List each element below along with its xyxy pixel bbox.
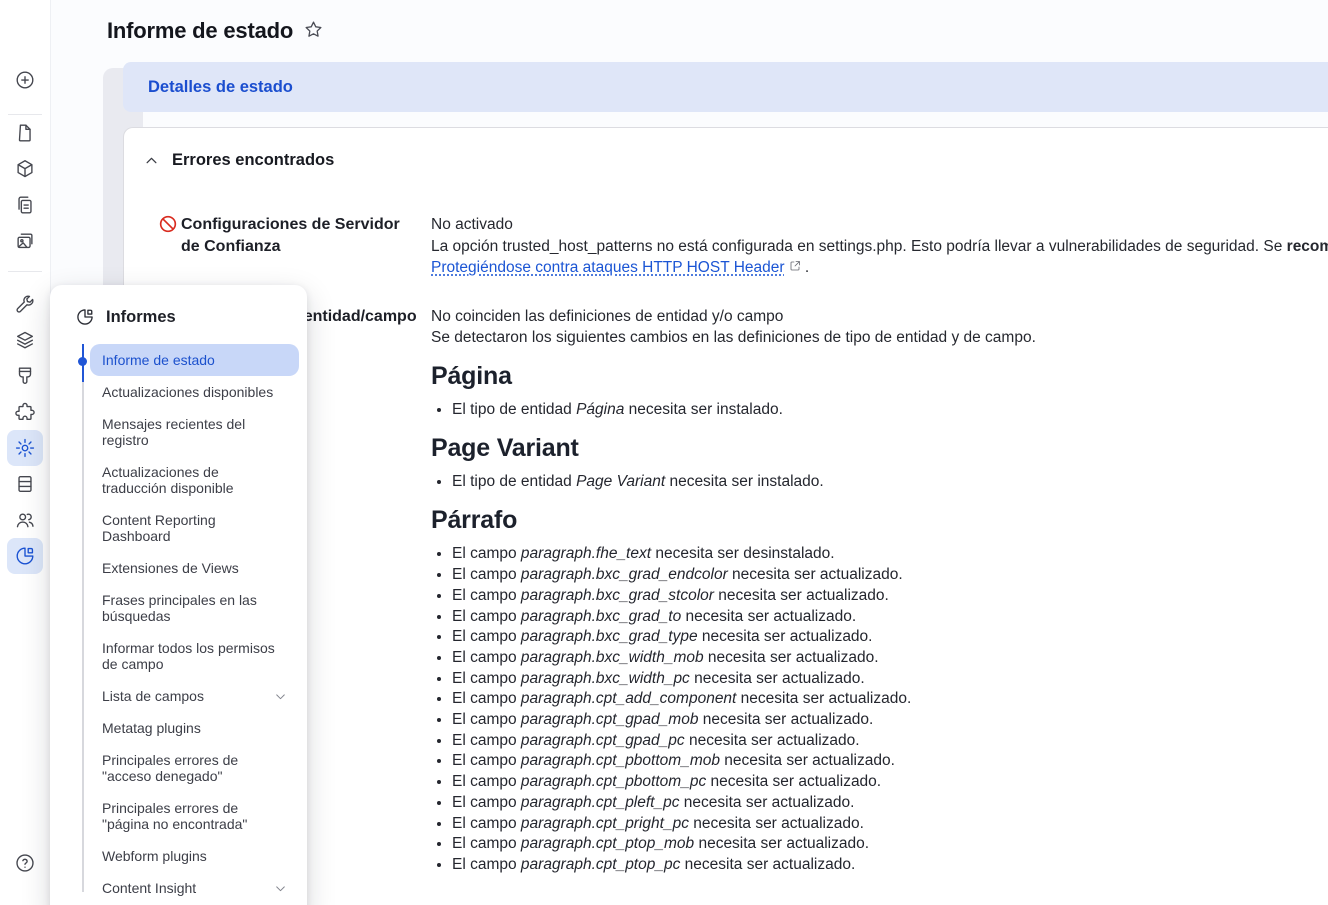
chevron-down-icon <box>274 882 287 895</box>
page-header: Informe de estado <box>50 0 1328 62</box>
error-description: La opción trusted_host_patterns no está … <box>431 236 1328 258</box>
appearance-paintbrush-icon[interactable] <box>7 358 43 394</box>
help-icon[interactable] <box>7 845 43 881</box>
page-title: Informe de estado <box>107 18 293 44</box>
configuration-gear-icon[interactable] <box>7 430 43 466</box>
error-detail: No coinciden las definiciones de entidad… <box>431 306 1328 882</box>
icon-sidebar <box>0 0 51 905</box>
list-item: El campo paragraph.bxc_grad_type necesit… <box>452 627 1328 648</box>
list-item: El campo paragraph.bxc_grad_stcolor nece… <box>452 586 1328 607</box>
chevron-up-icon <box>144 153 159 168</box>
favorite-star-icon[interactable] <box>303 19 324 45</box>
menu-item-actualizaciones-disponibles[interactable]: Actualizaciones disponibles <box>90 376 299 408</box>
section-heading-pagina: Página <box>431 366 1328 388</box>
error-row-entity-field: Definiciones de entidad/campo No coincid… <box>158 306 1328 882</box>
extend-puzzle-icon[interactable] <box>7 394 43 430</box>
section-heading-page-variant: Page Variant <box>431 438 1328 460</box>
pages-copy-icon[interactable] <box>7 187 43 223</box>
list-item: El campo paragraph.fhe_text necesita ser… <box>452 544 1328 565</box>
host-header-link[interactable]: Protegiéndose contra ataques HTTP HOST H… <box>431 259 785 276</box>
tools-wrench-icon[interactable] <box>7 286 43 322</box>
list-item: El campo paragraph.cpt_add_component nec… <box>452 689 1328 710</box>
section-heading-parrafo: Párrafo <box>431 510 1328 532</box>
error-description: Se detectaron los siguientes cambios en … <box>431 327 1328 349</box>
menu-item-webform-plugins[interactable]: Webform plugins <box>90 840 299 872</box>
errors-section-title: Errores encontrados <box>172 151 334 170</box>
errors-section-toggle[interactable]: Errores encontrados <box>144 151 1328 170</box>
list-item: El campo paragraph.bxc_width_mob necesit… <box>452 648 1328 669</box>
drupal-logo-icon[interactable] <box>7 0 43 36</box>
menu-item-mensajes-recientes[interactable]: Mensajes recientes del registro <box>90 408 299 456</box>
menu-item-actualizaciones-traduccion[interactable]: Actualizaciones de traducción disponible <box>90 456 299 504</box>
menu-item-informar-permisos[interactable]: Informar todos los permisos de campo <box>90 632 299 680</box>
list-item: El tipo de entidad Página necesita ser i… <box>452 400 1328 421</box>
menu-item-extensiones-views[interactable]: Extensiones de Views <box>90 552 299 584</box>
flyout-items: Informe de estado Actualizaciones dispon… <box>50 344 307 904</box>
list-item: El tipo de entidad Page Variant necesita… <box>452 472 1328 493</box>
list-item: El campo paragraph.cpt_ptop_pc necesita … <box>452 855 1328 876</box>
menu-item-errores-pagina-no-encontrada[interactable]: Principales errores de "página no encont… <box>90 792 299 840</box>
flyout-title: Informes <box>106 308 176 327</box>
entity-change-list: El tipo de entidad Página necesita ser i… <box>431 400 1328 421</box>
error-forbidden-icon <box>158 214 181 279</box>
menu-item-frases-principales[interactable]: Frases principales en las búsquedas <box>90 584 299 632</box>
list-item: El campo paragraph.cpt_pright_pc necesit… <box>452 814 1328 835</box>
menu-item-content-reporting-dashboard[interactable]: Content Reporting Dashboard <box>90 504 299 552</box>
external-link-icon <box>785 259 801 276</box>
error-status: No coinciden las definiciones de entidad… <box>431 306 1328 328</box>
tree-active-dot <box>78 357 87 366</box>
tree-line <box>82 348 84 892</box>
list-item: El campo paragraph.bxc_width_pc necesita… <box>452 669 1328 690</box>
details-bar[interactable]: Detalles de estado <box>123 62 1328 112</box>
reports-pie-chart-icon[interactable] <box>7 538 43 574</box>
error-row-trusted-host: Configuraciones de Servidor de Confianza… <box>158 214 1328 279</box>
list-item: El campo paragraph.cpt_gpad_mob necesita… <box>452 710 1328 731</box>
entity-change-list: El tipo de entidad Page Variant necesita… <box>431 472 1328 493</box>
menu-item-errores-acceso-denegado[interactable]: Principales errores de "acceso denegado" <box>90 744 299 792</box>
flyout-header: Informes <box>75 307 307 327</box>
error-detail: No activado La opción trusted_host_patte… <box>431 214 1328 279</box>
blocks-cube-icon[interactable] <box>7 151 43 187</box>
media-images-icon[interactable] <box>7 223 43 259</box>
error-title: Configuraciones de Servidor de Confianza <box>181 214 431 279</box>
menu-item-content-insight[interactable]: Content Insight <box>90 872 299 904</box>
flyout-tree: Informe de estado Actualizaciones dispon… <box>50 344 307 904</box>
list-item: El campo paragraph.cpt_pbottom_mob neces… <box>452 751 1328 772</box>
menu-item-lista-de-campos[interactable]: Lista de campos <box>90 680 299 712</box>
list-item: El campo paragraph.cpt_pbottom_pc necesi… <box>452 772 1328 793</box>
reports-flyout-menu: Informes Informe de estado Actualizacion… <box>50 285 307 905</box>
list-item: El campo paragraph.cpt_pleft_pc necesita… <box>452 793 1328 814</box>
details-bar-label: Detalles de estado <box>148 78 293 97</box>
menu-item-informe-de-estado[interactable]: Informe de estado <box>90 344 299 376</box>
database-server-icon[interactable] <box>7 466 43 502</box>
structure-layers-icon[interactable] <box>7 322 43 358</box>
list-item: El campo paragraph.cpt_gpad_pc necesita … <box>452 731 1328 752</box>
entity-change-list: El campo paragraph.fhe_text necesita ser… <box>431 544 1328 875</box>
error-status: No activado <box>431 214 1328 236</box>
content-page-icon[interactable] <box>7 115 43 151</box>
rail-divider <box>8 271 42 272</box>
error-link-line: Protegiéndose contra ataques HTTP HOST H… <box>431 257 1328 279</box>
pie-chart-icon <box>75 307 95 327</box>
people-users-icon[interactable] <box>7 502 43 538</box>
add-circle-icon[interactable] <box>7 62 43 98</box>
menu-item-metatag-plugins[interactable]: Metatag plugins <box>90 712 299 744</box>
list-item: El campo paragraph.bxc_grad_endcolor nec… <box>452 565 1328 586</box>
chevron-down-icon <box>274 690 287 703</box>
list-item: El campo paragraph.cpt_ptop_mob necesita… <box>452 834 1328 855</box>
app-window: Informe de estado Detalles de estado Err… <box>0 0 1328 905</box>
list-item: El campo paragraph.bxc_grad_to necesita … <box>452 607 1328 628</box>
